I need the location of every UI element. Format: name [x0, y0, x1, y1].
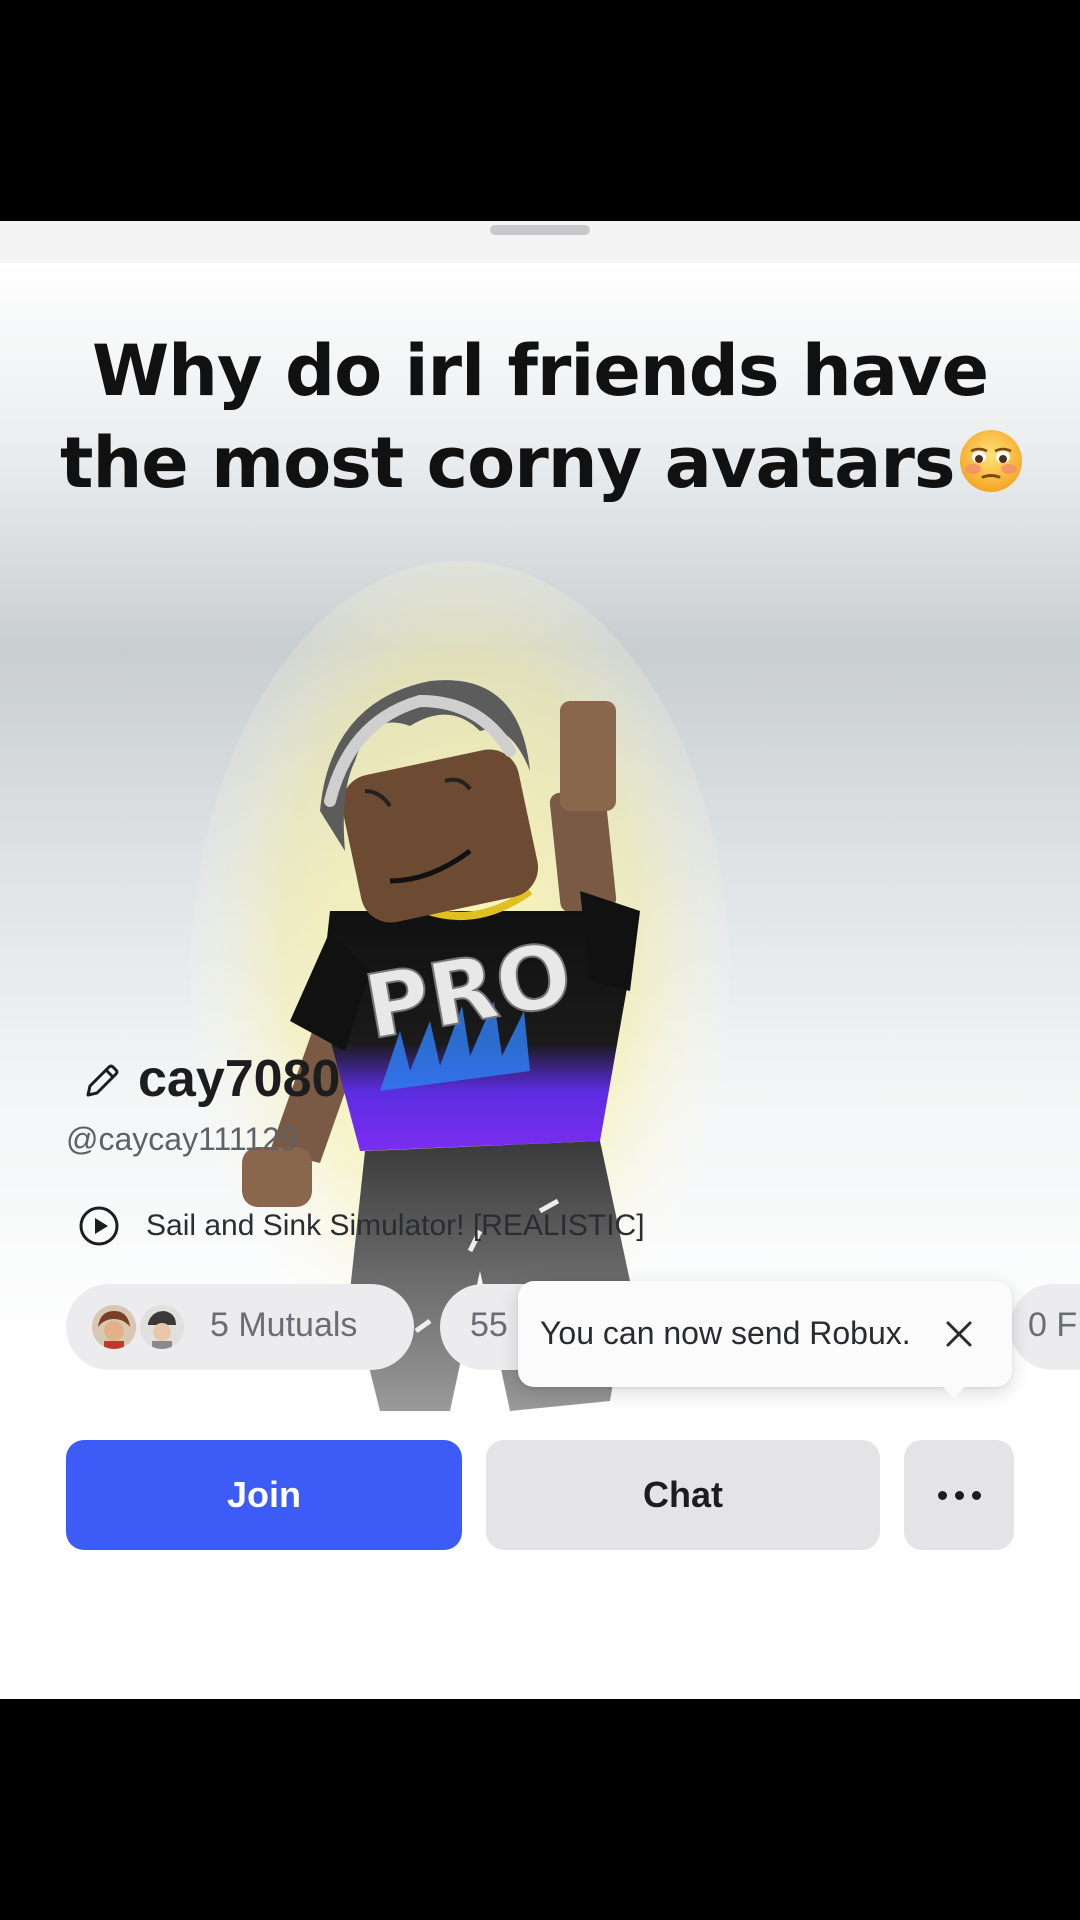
- following-count: 0 F: [1028, 1306, 1078, 1344]
- avatar-icon: [92, 1305, 136, 1349]
- mutuals-pill[interactable]: 5 Mutuals: [66, 1284, 414, 1370]
- friends-count: 55: [470, 1306, 508, 1344]
- more-dots-icon: [937, 1490, 947, 1500]
- chat-button[interactable]: Chat: [486, 1440, 880, 1550]
- display-name: cay7080: [138, 1050, 341, 1108]
- profile-sheet: Why do irl friends have the most corny a…: [0, 221, 1080, 1699]
- caption-line-1: Why do irl friends have: [91, 330, 989, 412]
- caption-line-2-text: the most corny avatars: [60, 422, 956, 504]
- caption-line-2: the most corny avatars: [60, 417, 1022, 509]
- more-options-button[interactable]: [904, 1440, 1014, 1550]
- play-circle-icon: [79, 1206, 119, 1246]
- username: @caycay111129: [66, 1121, 298, 1157]
- join-button[interactable]: Join: [66, 1440, 462, 1550]
- video-caption: Why do irl friends have the most corny a…: [60, 325, 1022, 509]
- mutual-avatar-2: [140, 1305, 184, 1349]
- game-name: Sail and Sink Simulator! [REALISTIC]: [146, 1209, 645, 1242]
- edit-pencil-icon[interactable]: [80, 1059, 124, 1103]
- flushed-face-emoji-icon: [959, 430, 1022, 492]
- tooltip-text: You can now send Robux.: [540, 1315, 911, 1351]
- mutuals-count: 5 Mutuals: [210, 1306, 358, 1344]
- sheet-header: [0, 221, 1080, 263]
- more-dots-icon: [971, 1490, 981, 1500]
- more-dots-icon: [954, 1490, 964, 1500]
- tooltip-caret: [938, 1381, 970, 1399]
- robux-tooltip: You can now send Robux.: [518, 1281, 1012, 1387]
- close-icon[interactable]: [942, 1317, 976, 1351]
- letterbox-bottom: [0, 1699, 1080, 1920]
- letterbox-top: [0, 0, 1080, 221]
- drag-handle[interactable]: [490, 225, 590, 235]
- current-game-status[interactable]: Sail and Sink Simulator! [REALISTIC]: [78, 1204, 645, 1248]
- mutual-avatar-1: [92, 1305, 136, 1349]
- avatar-icon: [140, 1305, 184, 1349]
